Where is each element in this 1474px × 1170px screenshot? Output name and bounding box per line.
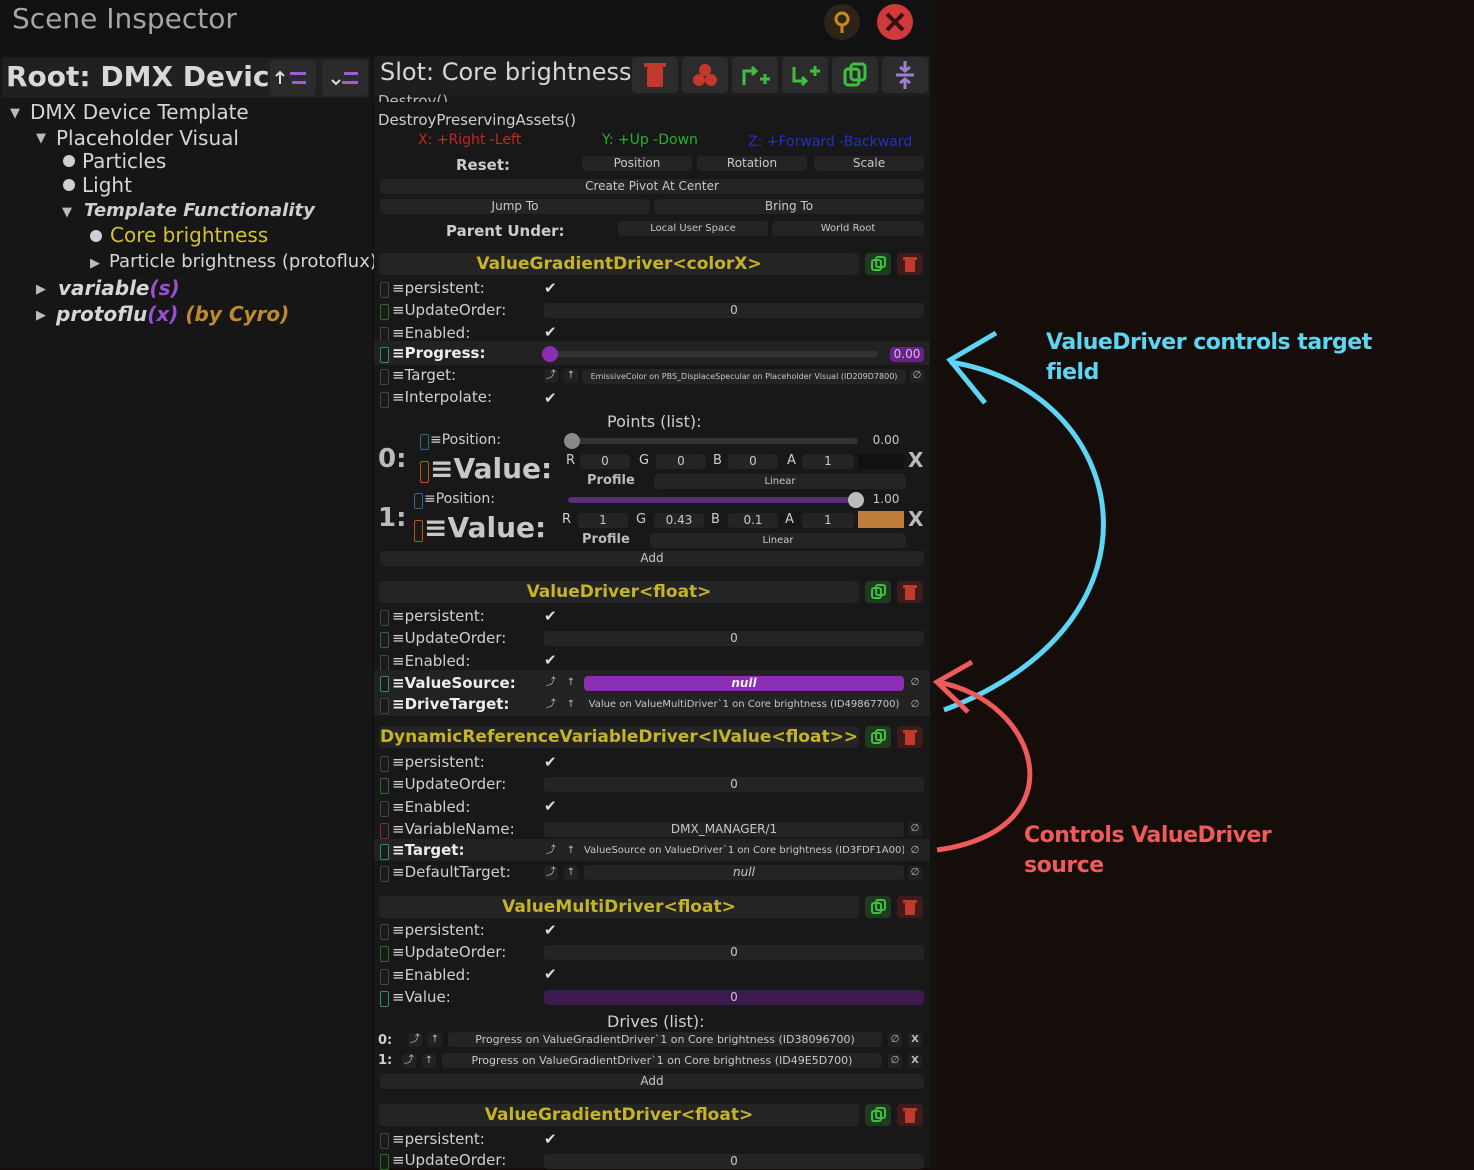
annotation-arrows	[932, 330, 1106, 853]
blue-annotation-line2: field	[1046, 360, 1099, 385]
blue-annotation-line1: ValueDriver controls target	[1046, 330, 1372, 355]
red-annotation-line1: Controls ValueDriver	[1024, 823, 1272, 848]
red-annotation-line2: source	[1024, 853, 1104, 878]
blue-arrow-curve	[943, 359, 1106, 713]
